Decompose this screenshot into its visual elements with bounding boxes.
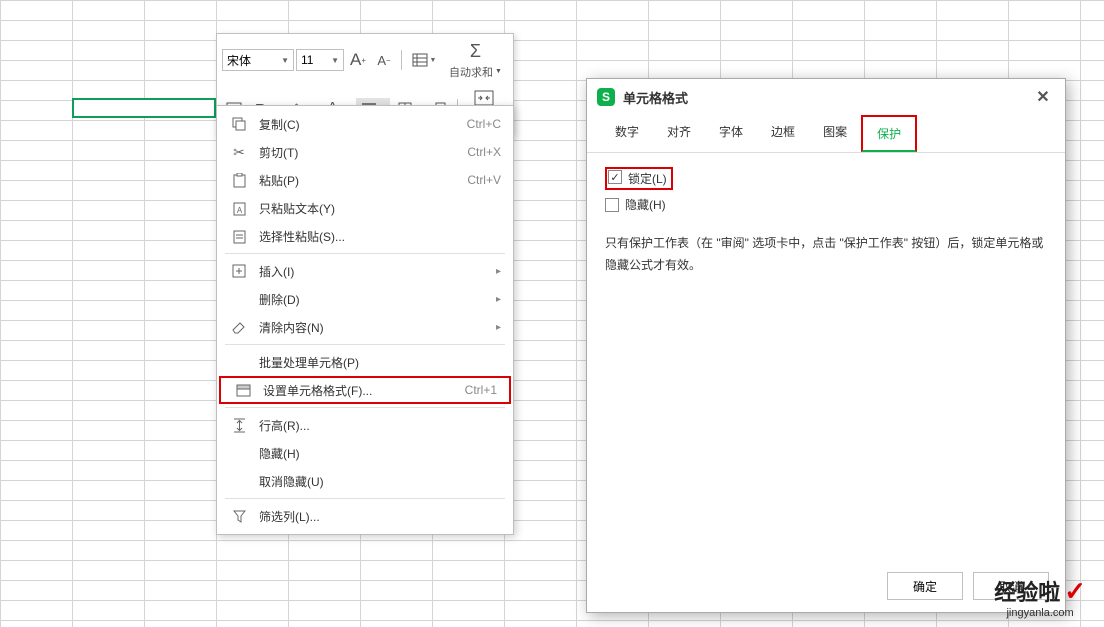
menu-batch[interactable]: 批量处理单元格(P) — [217, 348, 513, 376]
scissors-icon: ✂ — [229, 142, 249, 162]
format-cells-icon — [233, 380, 253, 400]
sigma-icon: Σ — [470, 41, 481, 62]
menu-format-cells[interactable]: 设置单元格格式(F)... Ctrl+1 — [219, 376, 511, 404]
tab-number[interactable]: 数字 — [601, 115, 653, 152]
eraser-icon — [229, 317, 249, 337]
menu-hide[interactable]: 隐藏(H) — [217, 439, 513, 467]
menu-row-height[interactable]: 行高(R)... — [217, 411, 513, 439]
wps-logo-icon: S — [597, 88, 615, 106]
menu-row-height-label: 行高(R)... — [259, 417, 501, 434]
menu-paste-shortcut: Ctrl+V — [467, 173, 501, 187]
clipboard-text-icon: A — [229, 198, 249, 218]
autosum-button[interactable]: Σ 自动求和▼ — [443, 37, 508, 83]
menu-filter-label: 筛选列(L)... — [259, 508, 501, 525]
increase-font-button[interactable]: A+ — [346, 49, 370, 71]
chevron-right-icon: ▸ — [496, 294, 501, 305]
clipboard-special-icon — [229, 226, 249, 246]
font-size-label: 11 — [301, 53, 313, 67]
chevron-down-icon: ▼ — [331, 56, 339, 65]
font-name-select[interactable]: 宋体 ▼ — [222, 49, 294, 71]
tab-border[interactable]: 边框 — [757, 115, 809, 152]
menu-cut-label: 剪切(T) — [259, 144, 467, 161]
decrease-font-button[interactable]: A− — [372, 49, 396, 71]
tab-align[interactable]: 对齐 — [653, 115, 705, 152]
menu-clear-label: 清除内容(N) — [259, 319, 496, 336]
ok-button[interactable]: 确定 — [887, 572, 963, 600]
tab-font[interactable]: 字体 — [705, 115, 757, 152]
menu-insert-label: 插入(I) — [259, 263, 496, 280]
menu-delete[interactable]: 删除(D) ▸ — [217, 285, 513, 313]
hide-label: 隐藏(H) — [625, 196, 666, 213]
menu-batch-label: 批量处理单元格(P) — [259, 354, 501, 371]
menu-clear[interactable]: 清除内容(N) ▸ — [217, 313, 513, 341]
menu-insert[interactable]: 插入(I) ▸ — [217, 257, 513, 285]
dialog-title-text: 单元格格式 — [623, 88, 688, 107]
menu-paste-text[interactable]: A 只粘贴文本(Y) — [217, 194, 513, 222]
check-icon: ✓ — [1064, 576, 1086, 607]
dialog-tabs: 数字 对齐 字体 边框 图案 保护 — [587, 115, 1065, 153]
menu-unhide-label: 取消隐藏(U) — [259, 473, 501, 490]
menu-paste[interactable]: 粘贴(P) Ctrl+V — [217, 166, 513, 194]
menu-format-label: 设置单元格格式(F)... — [263, 382, 465, 399]
selected-cell[interactable] — [72, 98, 216, 118]
copy-icon — [229, 114, 249, 134]
context-menu: 复制(C) Ctrl+C ✂ 剪切(T) Ctrl+X 粘贴(P) Ctrl+V… — [216, 105, 514, 535]
row-height-icon — [229, 415, 249, 435]
tab-protect[interactable]: 保护 — [861, 115, 917, 152]
menu-delete-label: 删除(D) — [259, 291, 496, 308]
dialog-body: ✓ 锁定(L) 隐藏(H) 只有保护工作表（在 "审阅" 选项卡中，点击 "保护… — [587, 153, 1065, 560]
hide-checkbox[interactable] — [605, 198, 619, 212]
menu-copy[interactable]: 复制(C) Ctrl+C — [217, 110, 513, 138]
table-icon — [412, 52, 428, 68]
watermark-url: jingyanla.com — [1006, 607, 1073, 619]
chevron-right-icon: ▸ — [496, 322, 501, 333]
chevron-down-icon: ▼ — [281, 56, 289, 65]
tab-pattern[interactable]: 图案 — [809, 115, 861, 152]
menu-paste-text-label: 只粘贴文本(Y) — [259, 200, 501, 217]
autosum-label: 自动求和 — [449, 64, 493, 80]
chevron-right-icon: ▸ — [496, 266, 501, 277]
menu-paste-special-label: 选择性粘贴(S)... — [259, 228, 501, 245]
insert-icon — [229, 261, 249, 281]
watermark: 经验啦 ✓ jingyanla.com — [994, 575, 1086, 619]
font-size-select[interactable]: 11 ▼ — [296, 49, 344, 71]
lock-checkbox[interactable]: ✓ — [608, 170, 622, 184]
menu-paste-label: 粘贴(P) — [259, 172, 467, 189]
clipboard-icon — [229, 170, 249, 190]
table-style-button[interactable]: ▼ — [407, 49, 441, 71]
font-name-label: 宋体 — [227, 52, 251, 69]
menu-format-shortcut: Ctrl+1 — [465, 383, 497, 397]
menu-cut[interactable]: ✂ 剪切(T) Ctrl+X — [217, 138, 513, 166]
close-button[interactable]: ✕ — [1031, 87, 1055, 107]
filter-icon — [229, 506, 249, 526]
watermark-brand: 经验啦 — [994, 575, 1060, 607]
menu-paste-special[interactable]: 选择性粘贴(S)... — [217, 222, 513, 250]
menu-copy-shortcut: Ctrl+C — [467, 117, 501, 131]
cell-format-dialog: S 单元格格式 ✕ 数字 对齐 字体 边框 图案 保护 ✓ 锁定(L) 隐藏(H… — [586, 78, 1066, 613]
menu-unhide[interactable]: 取消隐藏(U) — [217, 467, 513, 495]
menu-cut-shortcut: Ctrl+X — [467, 145, 501, 159]
svg-text:A: A — [236, 206, 242, 215]
menu-hide-label: 隐藏(H) — [259, 445, 501, 462]
dialog-description: 只有保护工作表（在 "审阅" 选项卡中，点击 "保护工作表" 按钮）后，锁定单元… — [605, 233, 1047, 276]
dialog-titlebar[interactable]: S 单元格格式 ✕ — [587, 79, 1065, 115]
menu-copy-label: 复制(C) — [259, 116, 467, 133]
lock-label: 锁定(L) — [628, 170, 667, 187]
menu-filter[interactable]: 筛选列(L)... — [217, 502, 513, 530]
